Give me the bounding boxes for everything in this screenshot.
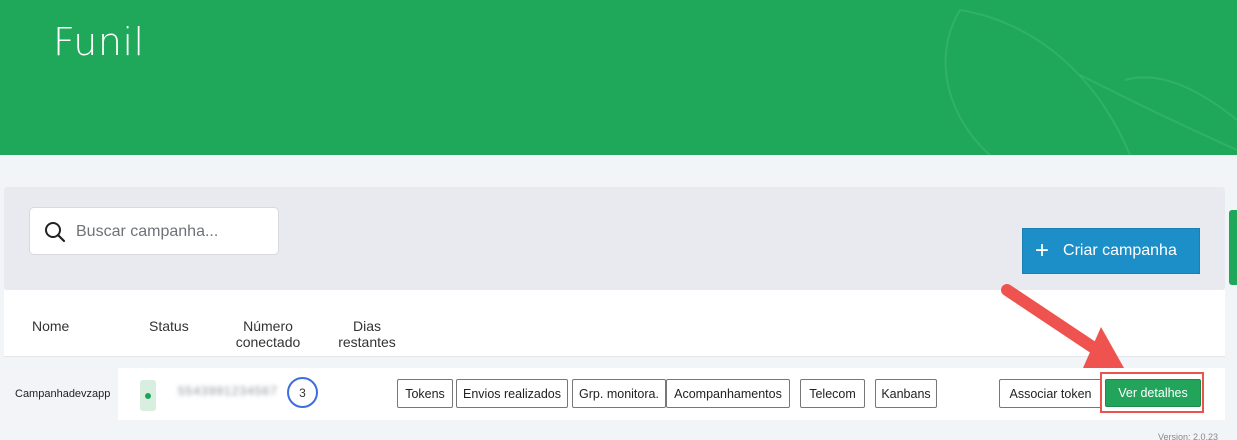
sent-messages-button[interactable]: Envios realizados [456,379,568,408]
search-icon [45,222,66,243]
create-campaign-label: Criar campanha [1063,242,1177,259]
associate-token-button[interactable]: Associar token [999,379,1102,408]
connected-number: 5543991234567 [178,384,278,398]
status-badge [140,380,156,411]
followups-button[interactable]: Acompanhamentos [666,379,790,408]
column-status: Status [149,318,189,334]
create-campaign-button[interactable]: + Criar campanha [1022,228,1200,274]
column-name: Nome [32,318,70,334]
view-details-button[interactable]: Ver detalhes [1105,379,1201,407]
table-row: Campanhadevzapp 5543991234567 3 Tokens E… [4,368,1225,420]
monitored-groups-button[interactable]: Grp. monitora. [572,379,666,408]
table-header: Nome Status Número conectado Dias restan… [4,290,1225,357]
campaign-name: Campanhadevzapp [4,368,118,420]
telecom-button[interactable]: Telecom [800,379,865,408]
side-panel-tab[interactable] [1229,210,1237,285]
column-number: Número conectado [235,318,301,350]
search-box[interactable] [29,207,279,255]
plus-icon: + [1035,237,1050,264]
leaf-decoration-icon [944,9,1237,155]
page-title: Funil [53,20,145,64]
page-header: Funil [0,0,1237,155]
column-days: Dias restantes [338,318,396,350]
search-input[interactable] [76,216,271,248]
version-label: Version: 2.0.23 [1158,432,1219,440]
kanbans-button[interactable]: Kanbans [875,379,937,408]
tokens-button[interactable]: Tokens [397,379,453,408]
count-badge: 3 [287,377,318,408]
